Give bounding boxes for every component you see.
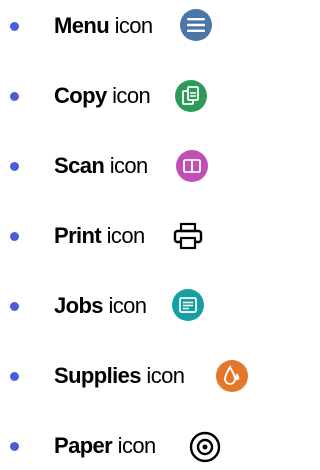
entry-name: Scan xyxy=(54,153,105,178)
entry-name: Copy xyxy=(54,83,107,108)
entry-name: Jobs xyxy=(54,293,104,318)
bullet xyxy=(10,442,19,451)
entry-suffix: icon xyxy=(114,13,154,38)
bullet xyxy=(10,162,19,171)
entry-text: Scan icon xyxy=(54,154,148,178)
entry-suffix: icon xyxy=(117,433,157,458)
entry-text: Supplies icon xyxy=(54,363,185,388)
entry-text: Menu icon xyxy=(54,14,153,38)
scan-icon xyxy=(175,149,209,183)
bullet xyxy=(10,22,19,31)
jobs-icon xyxy=(171,288,205,322)
entry-suffix: icon xyxy=(108,293,147,318)
entry-suffix: icon xyxy=(106,223,146,248)
entry-text: Jobs icon xyxy=(54,293,147,318)
entry-suffix: icon xyxy=(109,153,149,178)
paper-icon xyxy=(188,430,222,464)
list-item-scan: Scan icon xyxy=(0,148,257,184)
list-item-paper: Paper icon xyxy=(0,428,257,464)
list-item-print: Print icon xyxy=(0,218,257,254)
bullet xyxy=(10,302,19,311)
entry-suffix: icon xyxy=(112,83,151,108)
list-item-menu: Menu icon xyxy=(0,8,257,44)
bullet xyxy=(10,92,19,101)
entry-text: Print icon xyxy=(54,224,145,248)
bullet xyxy=(10,372,19,381)
entry-name: Paper xyxy=(54,433,113,458)
copy-icon xyxy=(174,79,208,113)
bullet xyxy=(10,232,19,241)
supplies-icon xyxy=(215,359,249,393)
entry-name: Menu xyxy=(54,13,110,38)
entry-text: Paper icon xyxy=(54,434,156,458)
entry-suffix: icon xyxy=(146,363,185,388)
list-item-jobs: Jobs icon xyxy=(0,288,257,324)
entry-text: Copy icon xyxy=(54,83,151,108)
menu-icon xyxy=(179,8,213,42)
entry-name: Supplies xyxy=(54,363,141,388)
entry-name: Print xyxy=(54,223,102,248)
print-icon xyxy=(171,219,205,253)
list-item-copy: Copy icon xyxy=(0,78,257,114)
list-item-supplies: Supplies icon xyxy=(0,358,257,394)
